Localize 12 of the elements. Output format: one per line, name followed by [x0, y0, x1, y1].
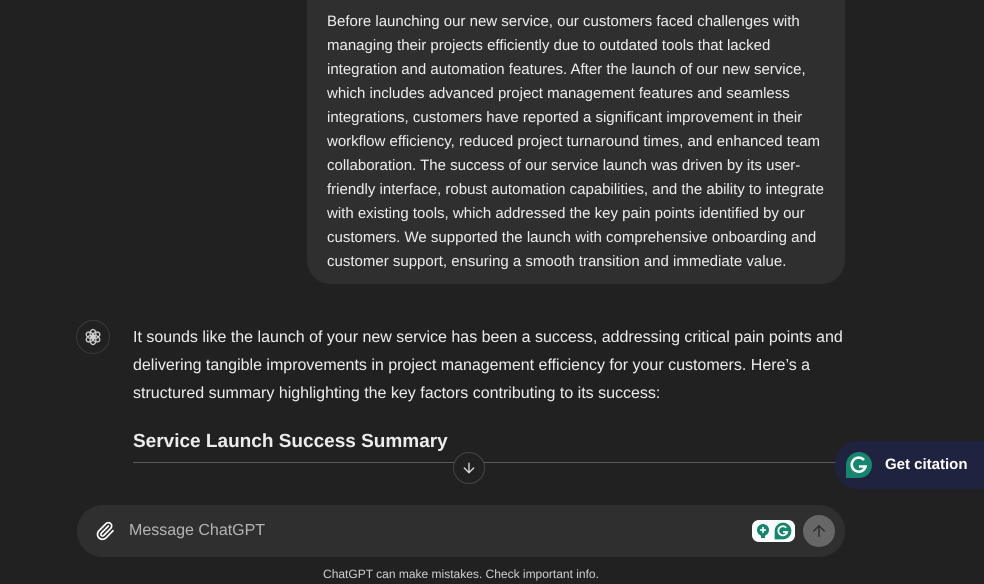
send-button[interactable] [803, 515, 835, 547]
assistant-message-text: It sounds like the launch of your new service has been a success, addressing critical pain points and delivering tangible improvements in project management efficiency for your customers. Here’s a structured summary highlighting the key factors contributing to its success: [133, 328, 844, 404]
get-citation-button[interactable]: Get citation [835, 441, 984, 489]
arrow-down-icon [461, 460, 477, 476]
user-message-text: Before launching our new service, our customers faced challenges with managing their projects efficiently due to outdated tools that lacked integration and automation features. After the launch of our new service, which includes advanced project management features and seamless integrations, customers have reported a significant improvement in their workflow efficiency, reduced project turnaround times, and enhanced team collaboration. The success of our service launch was driven by its user-friendly interface, robust automation capabilities, and the ability to integrate with existing tools, which addressed the key pain points identified by our customers. We supported the launch with comprehensive onboarding and customer support, ensuring a smooth transition and immediate value. [327, 12, 825, 272]
disclaimer-text: ChatGPT can make mistakes. Check important info. [323, 566, 599, 583]
assistant-avatar-icon [76, 320, 110, 354]
section-heading: Service Launch Success Summary [133, 430, 448, 454]
message-input-field[interactable]: Message ChatGPT [129, 519, 752, 543]
attach-icon[interactable] [95, 521, 115, 541]
scroll-down-button[interactable] [453, 452, 485, 484]
message-composer[interactable]: Message ChatGPT [77, 505, 845, 557]
